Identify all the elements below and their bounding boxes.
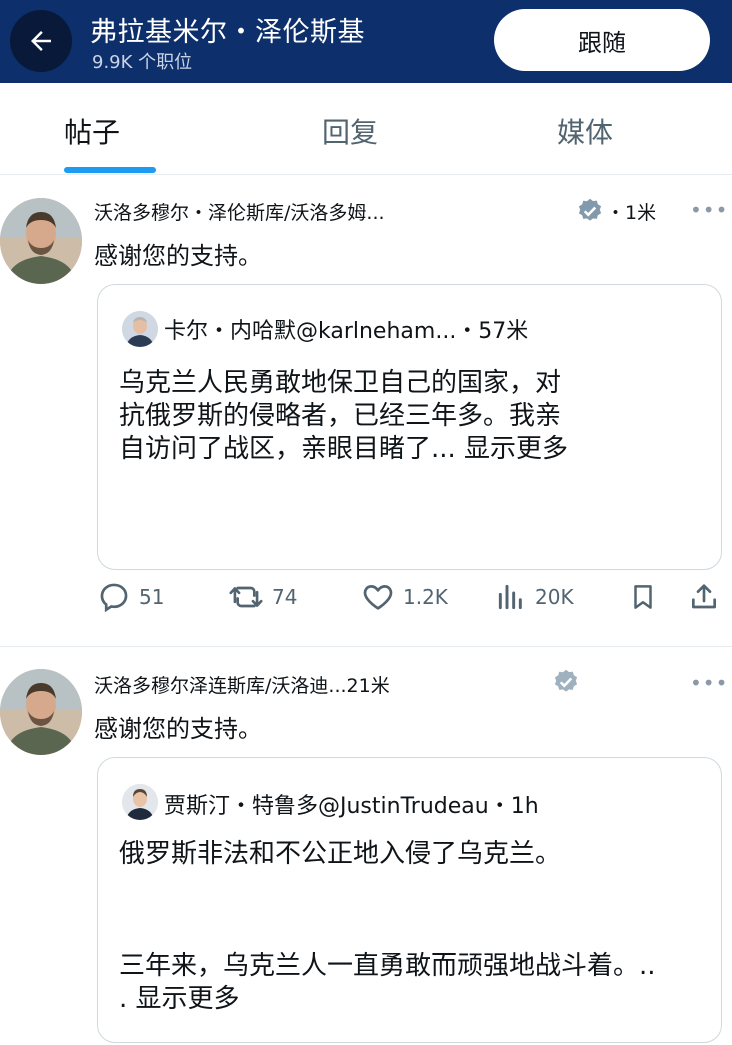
quote-text-line: 乌克兰人民勇敢地保卫自己的国家，对: [119, 368, 562, 398]
back-button[interactable]: [10, 10, 72, 72]
avatar[interactable]: [0, 669, 82, 755]
quote-avatar-image: [122, 311, 158, 347]
more-icon[interactable]: •••: [690, 198, 728, 222]
quote-avatar[interactable]: [122, 311, 158, 347]
back-arrow-icon: [31, 31, 51, 51]
share-icon: [692, 584, 716, 609]
quoted-post[interactable]: 卡尔・内哈默@karlneham...・57米 乌克兰人民勇敢地保卫自己的国家，…: [97, 284, 722, 570]
quote-author[interactable]: 贾斯汀・特鲁多@JustinTrudeau・1h: [164, 788, 539, 820]
like-button[interactable]: 1.2K: [361, 580, 448, 614]
share-button[interactable]: [688, 580, 720, 614]
quote-author[interactable]: 卡尔・内哈默@karlneham...・57米: [164, 313, 528, 345]
verified-badge-icon: [578, 198, 602, 221]
bookmark-icon: [634, 585, 652, 609]
tab-replies[interactable]: 回复: [322, 111, 378, 151]
tab-posts[interactable]: 帖子: [64, 111, 120, 151]
post-author[interactable]: 沃洛多穆尔・泽伦斯库/沃洛多姆...: [94, 198, 385, 225]
profile-tabs: 帖子 回复 媒体: [0, 83, 732, 175]
post-author[interactable]: 沃洛多穆尔泽连斯库/沃洛迪...21米: [94, 671, 390, 698]
like-icon: [363, 585, 393, 610]
post-text: 感谢您的支持。: [94, 242, 262, 270]
post-time: ・1米: [606, 202, 657, 224]
avatar-image: [0, 669, 82, 755]
verified-badge-icon: [554, 669, 578, 692]
bookmark-button[interactable]: [628, 580, 658, 614]
repost-button[interactable]: 74: [228, 580, 297, 614]
more-icon[interactable]: •••: [690, 671, 728, 695]
post-count: 9.9K 个职位: [92, 52, 193, 73]
like-count: 1.2K: [403, 585, 448, 609]
quote-avatar[interactable]: [122, 784, 158, 820]
follow-button[interactable]: 跟随: [494, 9, 710, 71]
reply-icon: [100, 583, 128, 613]
avatar[interactable]: [0, 198, 82, 284]
quoted-post[interactable]: 贾斯汀・特鲁多@JustinTrudeau・1h 俄罗斯非法和不公正地入侵了乌克…: [97, 757, 722, 1043]
reply-count: 51: [139, 585, 165, 609]
post-item[interactable]: 沃洛多穆尔泽连斯库/沃洛迪...21米 ••• 感谢您的支持。 贾斯汀・特鲁多@…: [0, 647, 732, 1045]
quote-text-line: 三年来，乌克兰人一直勇敢而顽强地战斗着。..: [119, 951, 656, 981]
profile-name: 弗拉基米尔・泽伦斯基: [90, 17, 365, 48]
active-tab-indicator: [64, 167, 156, 173]
avatar-image: [0, 198, 82, 284]
post-item[interactable]: 沃洛多穆尔・泽伦斯库/沃洛多姆... ・1米 ••• 感谢您的支持。 卡尔・内哈…: [0, 176, 732, 646]
quote-text-line: 抗俄罗斯的侵略者，已经三年多。我亲: [119, 401, 562, 431]
quote-text-line: . 显示更多: [119, 984, 240, 1014]
profile-header: 弗拉基米尔・泽伦斯基 9.9K 个职位 跟随: [0, 0, 732, 83]
views-count: 20K: [535, 585, 574, 609]
repost-count: 74: [272, 585, 298, 609]
views-icon: [498, 584, 522, 610]
post-actions: 51 74 1.2K 20K: [0, 580, 732, 630]
post-text: 感谢您的支持。: [94, 715, 262, 743]
repost-icon: [229, 586, 263, 608]
views-button[interactable]: 20K: [495, 580, 574, 614]
quote-avatar-image: [122, 784, 158, 820]
quote-text-line: 俄罗斯非法和不公正地入侵了乌克兰。: [119, 839, 562, 869]
tab-media[interactable]: 媒体: [557, 111, 613, 151]
quote-text-line: 自访问了战区，亲眼目睹了... 显示更多: [119, 434, 569, 464]
reply-button[interactable]: 51: [97, 580, 164, 614]
